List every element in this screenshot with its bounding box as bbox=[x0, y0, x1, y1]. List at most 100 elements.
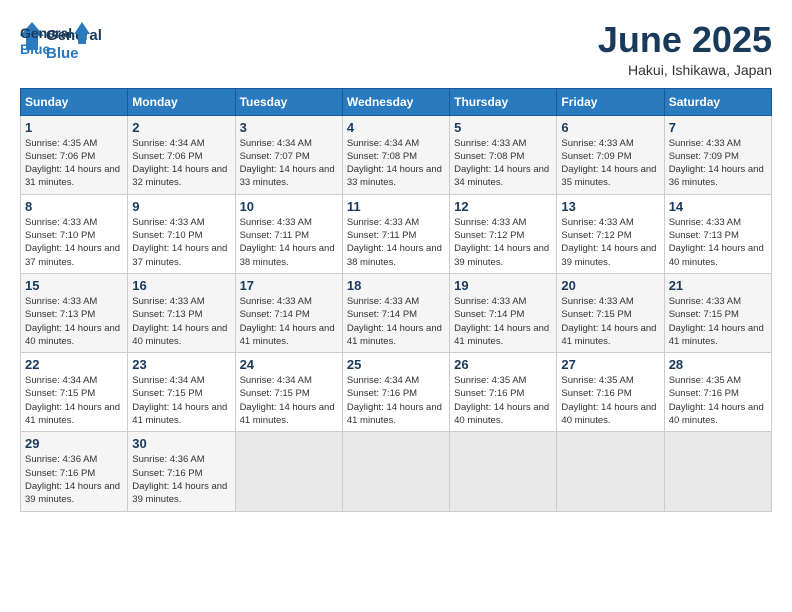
calendar-day: 3 Sunrise: 4:34 AM Sunset: 7:07 PM Dayli… bbox=[235, 115, 342, 194]
calendar-day: 16 Sunrise: 4:33 AM Sunset: 7:13 PM Dayl… bbox=[128, 273, 235, 352]
day-header: Sunday bbox=[21, 88, 128, 115]
calendar-day: 12 Sunrise: 4:33 AM Sunset: 7:12 PM Dayl… bbox=[450, 194, 557, 273]
day-header: Wednesday bbox=[342, 88, 449, 115]
day-info: Sunrise: 4:33 AM Sunset: 7:15 PM Dayligh… bbox=[669, 295, 767, 348]
day-info: Sunrise: 4:33 AM Sunset: 7:08 PM Dayligh… bbox=[454, 137, 552, 190]
day-info: Sunrise: 4:33 AM Sunset: 7:14 PM Dayligh… bbox=[240, 295, 338, 348]
calendar-day bbox=[450, 432, 557, 511]
day-info: Sunrise: 4:35 AM Sunset: 7:16 PM Dayligh… bbox=[561, 374, 659, 427]
day-info: Sunrise: 4:34 AM Sunset: 7:15 PM Dayligh… bbox=[132, 374, 230, 427]
calendar-week: 22 Sunrise: 4:34 AM Sunset: 7:15 PM Dayl… bbox=[21, 353, 772, 432]
day-number: 14 bbox=[669, 199, 767, 214]
day-info: Sunrise: 4:33 AM Sunset: 7:13 PM Dayligh… bbox=[25, 295, 123, 348]
calendar-day: 9 Sunrise: 4:33 AM Sunset: 7:10 PM Dayli… bbox=[128, 194, 235, 273]
calendar-week: 29 Sunrise: 4:36 AM Sunset: 7:16 PM Dayl… bbox=[21, 432, 772, 511]
calendar-day bbox=[557, 432, 664, 511]
day-number: 16 bbox=[132, 278, 230, 293]
page-header: General Blue June 2025 Hakui, Ishikawa, … bbox=[20, 20, 772, 78]
day-number: 8 bbox=[25, 199, 123, 214]
day-info: Sunrise: 4:33 AM Sunset: 7:09 PM Dayligh… bbox=[561, 137, 659, 190]
day-number: 7 bbox=[669, 120, 767, 135]
calendar-day: 20 Sunrise: 4:33 AM Sunset: 7:15 PM Dayl… bbox=[557, 273, 664, 352]
calendar-day: 21 Sunrise: 4:33 AM Sunset: 7:15 PM Dayl… bbox=[664, 273, 771, 352]
day-info: Sunrise: 4:35 AM Sunset: 7:06 PM Dayligh… bbox=[25, 137, 123, 190]
calendar-week: 1 Sunrise: 4:35 AM Sunset: 7:06 PM Dayli… bbox=[21, 115, 772, 194]
calendar-day: 27 Sunrise: 4:35 AM Sunset: 7:16 PM Dayl… bbox=[557, 353, 664, 432]
day-number: 26 bbox=[454, 357, 552, 372]
calendar-day bbox=[342, 432, 449, 511]
day-number: 28 bbox=[669, 357, 767, 372]
day-header: Monday bbox=[128, 88, 235, 115]
day-number: 13 bbox=[561, 199, 659, 214]
day-info: Sunrise: 4:33 AM Sunset: 7:12 PM Dayligh… bbox=[454, 216, 552, 269]
day-number: 21 bbox=[669, 278, 767, 293]
day-info: Sunrise: 4:36 AM Sunset: 7:16 PM Dayligh… bbox=[25, 453, 123, 506]
day-info: Sunrise: 4:33 AM Sunset: 7:10 PM Dayligh… bbox=[132, 216, 230, 269]
day-info: Sunrise: 4:33 AM Sunset: 7:15 PM Dayligh… bbox=[561, 295, 659, 348]
month-title: June 2025 bbox=[598, 20, 772, 60]
day-info: Sunrise: 4:35 AM Sunset: 7:16 PM Dayligh… bbox=[454, 374, 552, 427]
day-info: Sunrise: 4:34 AM Sunset: 7:08 PM Dayligh… bbox=[347, 137, 445, 190]
day-info: Sunrise: 4:33 AM Sunset: 7:13 PM Dayligh… bbox=[132, 295, 230, 348]
calendar-day: 26 Sunrise: 4:35 AM Sunset: 7:16 PM Dayl… bbox=[450, 353, 557, 432]
day-header: Thursday bbox=[450, 88, 557, 115]
day-info: Sunrise: 4:34 AM Sunset: 7:15 PM Dayligh… bbox=[25, 374, 123, 427]
day-number: 25 bbox=[347, 357, 445, 372]
day-info: Sunrise: 4:33 AM Sunset: 7:10 PM Dayligh… bbox=[25, 216, 123, 269]
calendar-day: 7 Sunrise: 4:33 AM Sunset: 7:09 PM Dayli… bbox=[664, 115, 771, 194]
day-header: Tuesday bbox=[235, 88, 342, 115]
day-number: 23 bbox=[132, 357, 230, 372]
calendar-day bbox=[235, 432, 342, 511]
day-number: 29 bbox=[25, 436, 123, 451]
day-number: 1 bbox=[25, 120, 123, 135]
day-number: 15 bbox=[25, 278, 123, 293]
calendar-week: 15 Sunrise: 4:33 AM Sunset: 7:13 PM Dayl… bbox=[21, 273, 772, 352]
day-info: Sunrise: 4:34 AM Sunset: 7:07 PM Dayligh… bbox=[240, 137, 338, 190]
svg-text:Blue: Blue bbox=[20, 41, 51, 57]
day-number: 22 bbox=[25, 357, 123, 372]
calendar-day: 23 Sunrise: 4:34 AM Sunset: 7:15 PM Dayl… bbox=[128, 353, 235, 432]
day-info: Sunrise: 4:35 AM Sunset: 7:16 PM Dayligh… bbox=[669, 374, 767, 427]
calendar-day: 25 Sunrise: 4:34 AM Sunset: 7:16 PM Dayl… bbox=[342, 353, 449, 432]
day-number: 2 bbox=[132, 120, 230, 135]
day-number: 10 bbox=[240, 199, 338, 214]
day-number: 24 bbox=[240, 357, 338, 372]
day-info: Sunrise: 4:33 AM Sunset: 7:13 PM Dayligh… bbox=[669, 216, 767, 269]
calendar-day: 10 Sunrise: 4:33 AM Sunset: 7:11 PM Dayl… bbox=[235, 194, 342, 273]
general-blue-logo: General Blue bbox=[20, 20, 90, 60]
day-info: Sunrise: 4:33 AM Sunset: 7:14 PM Dayligh… bbox=[454, 295, 552, 348]
calendar-day: 1 Sunrise: 4:35 AM Sunset: 7:06 PM Dayli… bbox=[21, 115, 128, 194]
day-number: 27 bbox=[561, 357, 659, 372]
calendar-day: 18 Sunrise: 4:33 AM Sunset: 7:14 PM Dayl… bbox=[342, 273, 449, 352]
calendar-day: 15 Sunrise: 4:33 AM Sunset: 7:13 PM Dayl… bbox=[21, 273, 128, 352]
calendar-day: 2 Sunrise: 4:34 AM Sunset: 7:06 PM Dayli… bbox=[128, 115, 235, 194]
calendar-day: 13 Sunrise: 4:33 AM Sunset: 7:12 PM Dayl… bbox=[557, 194, 664, 273]
day-number: 11 bbox=[347, 199, 445, 214]
day-number: 18 bbox=[347, 278, 445, 293]
day-number: 3 bbox=[240, 120, 338, 135]
day-number: 5 bbox=[454, 120, 552, 135]
calendar-day: 5 Sunrise: 4:33 AM Sunset: 7:08 PM Dayli… bbox=[450, 115, 557, 194]
day-info: Sunrise: 4:34 AM Sunset: 7:15 PM Dayligh… bbox=[240, 374, 338, 427]
day-number: 6 bbox=[561, 120, 659, 135]
calendar-day: 29 Sunrise: 4:36 AM Sunset: 7:16 PM Dayl… bbox=[21, 432, 128, 511]
calendar-day: 14 Sunrise: 4:33 AM Sunset: 7:13 PM Dayl… bbox=[664, 194, 771, 273]
day-info: Sunrise: 4:33 AM Sunset: 7:11 PM Dayligh… bbox=[240, 216, 338, 269]
day-info: Sunrise: 4:33 AM Sunset: 7:14 PM Dayligh… bbox=[347, 295, 445, 348]
day-header: Friday bbox=[557, 88, 664, 115]
calendar-day: 11 Sunrise: 4:33 AM Sunset: 7:11 PM Dayl… bbox=[342, 194, 449, 273]
calendar-day: 30 Sunrise: 4:36 AM Sunset: 7:16 PM Dayl… bbox=[128, 432, 235, 511]
day-info: Sunrise: 4:34 AM Sunset: 7:06 PM Dayligh… bbox=[132, 137, 230, 190]
day-number: 12 bbox=[454, 199, 552, 214]
calendar-week: 8 Sunrise: 4:33 AM Sunset: 7:10 PM Dayli… bbox=[21, 194, 772, 273]
calendar-day: 28 Sunrise: 4:35 AM Sunset: 7:16 PM Dayl… bbox=[664, 353, 771, 432]
location: Hakui, Ishikawa, Japan bbox=[598, 62, 772, 78]
calendar-day: 24 Sunrise: 4:34 AM Sunset: 7:15 PM Dayl… bbox=[235, 353, 342, 432]
day-header: Saturday bbox=[664, 88, 771, 115]
calendar-day: 4 Sunrise: 4:34 AM Sunset: 7:08 PM Dayli… bbox=[342, 115, 449, 194]
day-info: Sunrise: 4:36 AM Sunset: 7:16 PM Dayligh… bbox=[132, 453, 230, 506]
day-info: Sunrise: 4:33 AM Sunset: 7:09 PM Dayligh… bbox=[669, 137, 767, 190]
calendar-day: 8 Sunrise: 4:33 AM Sunset: 7:10 PM Dayli… bbox=[21, 194, 128, 273]
calendar-day: 19 Sunrise: 4:33 AM Sunset: 7:14 PM Dayl… bbox=[450, 273, 557, 352]
day-number: 4 bbox=[347, 120, 445, 135]
